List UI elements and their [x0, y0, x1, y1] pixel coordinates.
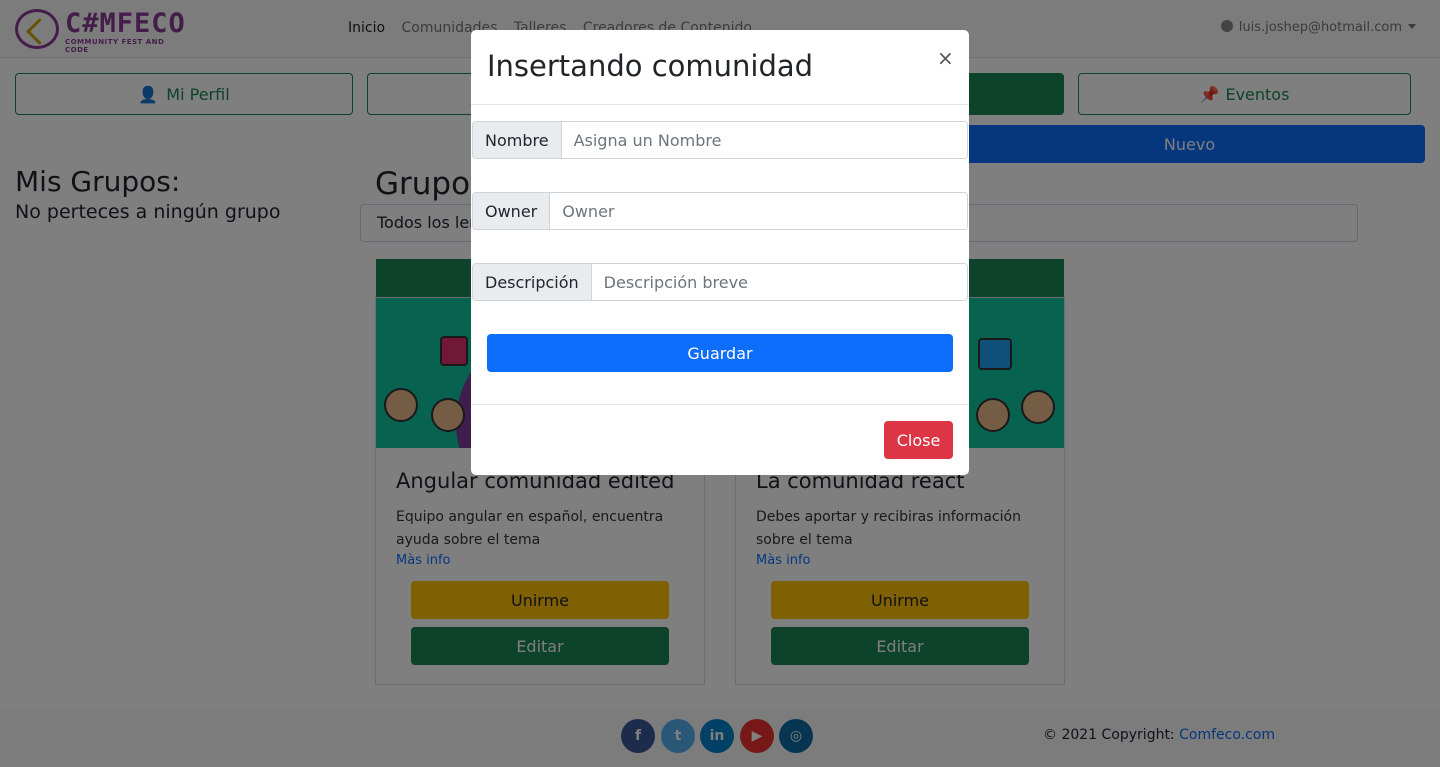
modal-footer-divider	[471, 404, 969, 405]
nombre-input-group: Nombre	[472, 121, 968, 159]
nombre-label: Nombre	[473, 122, 562, 158]
descripcion-input[interactable]	[591, 264, 967, 300]
owner-label: Owner	[473, 193, 551, 229]
insert-community-modal: Insertando comunidad × Nombre Owner Desc…	[471, 30, 969, 475]
nombre-input[interactable]	[561, 122, 967, 158]
guardar-button[interactable]: Guardar	[487, 334, 953, 372]
modal-header-divider	[471, 104, 969, 105]
descripcion-input-group: Descripción	[472, 263, 968, 301]
close-icon[interactable]: ×	[937, 46, 954, 70]
descripcion-label: Descripción	[473, 264, 592, 300]
owner-input[interactable]	[550, 193, 967, 229]
close-button[interactable]: Close	[884, 421, 953, 459]
modal-title: Insertando comunidad	[487, 49, 814, 83]
owner-input-group: Owner	[472, 192, 968, 230]
